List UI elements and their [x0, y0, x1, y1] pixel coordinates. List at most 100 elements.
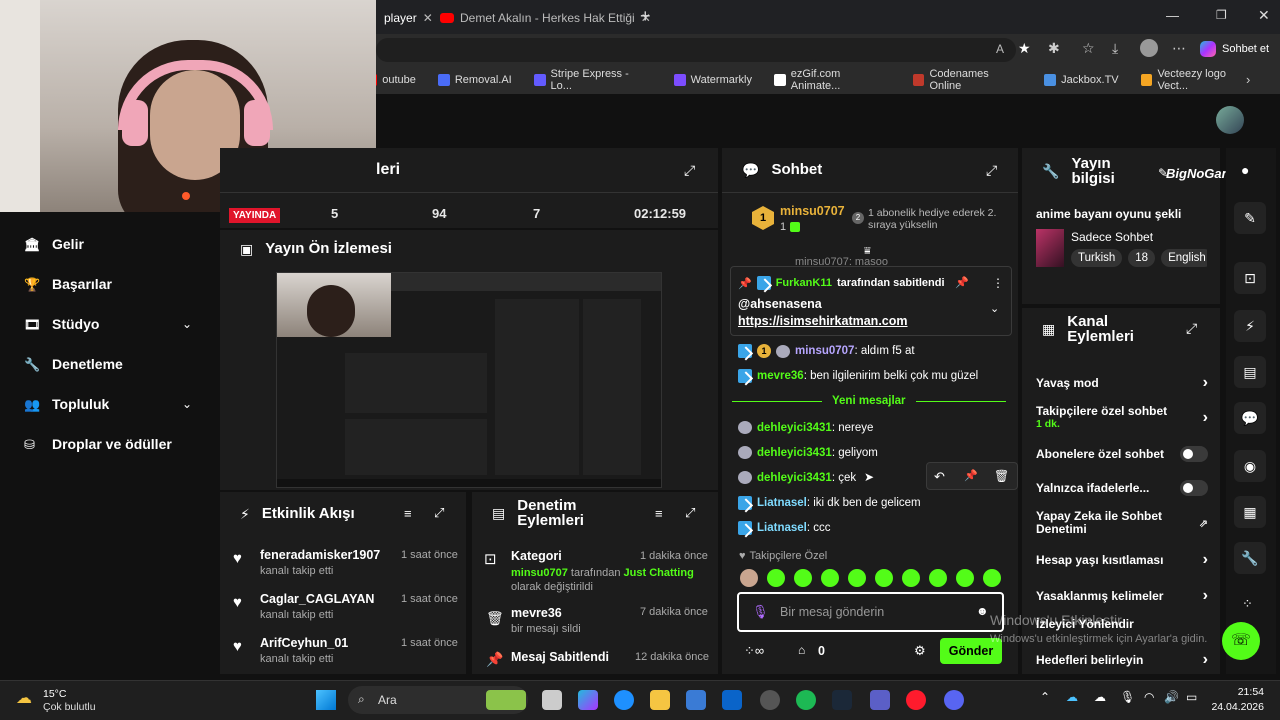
emote-icon[interactable]: [875, 569, 893, 587]
pin-icon[interactable]: 📌: [964, 469, 978, 482]
emote-icon[interactable]: [794, 569, 812, 587]
sidebar-item-4[interactable]: 🔧 Denetleme: [24, 356, 123, 372]
sidebar-item-2[interactable]: 🏆 Başarılar: [24, 276, 112, 292]
discord-icon[interactable]: [944, 690, 964, 710]
toggle-switch[interactable]: [1180, 480, 1208, 496]
downloads-icon[interactable]: ⤓: [1112, 40, 1118, 57]
toggle-switch[interactable]: [1180, 446, 1208, 462]
address-input[interactable]: [376, 38, 1016, 62]
channel-action-row[interactable]: Yalnızca ifadelerle...: [1036, 480, 1208, 496]
volume-icon[interactable]: 🔊: [1164, 690, 1179, 704]
wrench-icon[interactable]: 🔧: [1234, 542, 1266, 574]
channel-action-row[interactable]: Yavaş mod ›: [1036, 374, 1208, 392]
channel-action-row[interactable]: Hedefleri belirleyin ›: [1036, 651, 1208, 669]
expand-icon[interactable]: ⤢: [986, 162, 997, 179]
bookmark-item[interactable]: Codenames Online: [912, 68, 1023, 92]
emote-icon[interactable]: [929, 569, 947, 587]
sidebar-item-3[interactable]: 🎞 Stüdyo: [24, 316, 99, 332]
emote-icon[interactable]: [956, 569, 974, 587]
channel-action-row[interactable]: Takipçilere özel sohbet 1 dk. ›: [1036, 405, 1208, 431]
chat-message[interactable]: dehleyici3431: çek: [738, 471, 856, 484]
chat-username[interactable]: Liatnasel: [757, 497, 807, 509]
tray-chevron-icon[interactable]: ⌃: [1040, 690, 1050, 704]
stream-tag[interactable]: Turkish: [1071, 249, 1123, 267]
chevron-down-icon[interactable]: ⌄: [182, 397, 192, 411]
chat-message[interactable]: Liatnasel: ccc: [738, 521, 831, 535]
chat-username[interactable]: Liatnasel: [757, 522, 807, 534]
extensions-icon[interactable]: ✱: [1048, 40, 1060, 57]
microphone-icon[interactable]: 🎙: [752, 604, 769, 620]
emote-icon[interactable]: [767, 569, 785, 587]
read-aloud-icon[interactable]: A: [996, 42, 1004, 56]
obs-icon[interactable]: [760, 690, 780, 710]
spotify-icon[interactable]: [796, 690, 816, 710]
task-view-icon[interactable]: [542, 690, 562, 710]
chat-message[interactable]: Liatnasel: iki dk ben de gelicem: [738, 496, 921, 510]
profile-icon[interactable]: [1140, 39, 1158, 57]
settings-gear-icon[interactable]: ⚙: [914, 643, 926, 659]
onedrive-icon[interactable]: ☁: [1066, 690, 1078, 704]
wifi-icon[interactable]: ◠: [1144, 690, 1154, 704]
support-chat-button[interactable]: ☏: [1222, 622, 1260, 660]
chat-username[interactable]: mevre36: [757, 370, 804, 382]
bookmarks-more-icon[interactable]: ›: [1246, 72, 1250, 87]
filter-icon[interactable]: ≡: [655, 506, 663, 521]
bookmark-item[interactable]: Vecteezy logo Vect...: [1140, 68, 1258, 92]
bookmark-item[interactable]: Watermarkly: [673, 74, 752, 86]
bookmark-item[interactable]: Jackbox.TV: [1044, 74, 1119, 86]
expand-icon[interactable]: ⤢: [685, 505, 695, 521]
user-avatar[interactable]: [1216, 106, 1244, 134]
screenshot-icon[interactable]: ⊡: [1234, 262, 1266, 294]
tray-cloud-icon[interactable]: ☁: [1094, 690, 1106, 704]
reply-icon[interactable]: ↶: [934, 469, 945, 485]
chevron-right-icon[interactable]: ›: [1203, 409, 1208, 427]
gift-subs-prompt[interactable]: 1 abonelik hediye ederek 2. sıraya yükse…: [868, 207, 998, 231]
document-icon[interactable]: ▤: [1234, 356, 1266, 388]
activity-user[interactable]: Caglar_CAGLAYAN: [260, 592, 374, 606]
clock-date[interactable]: 24.04.2026: [1206, 701, 1264, 713]
activity-user[interactable]: ArifCeyhun_01: [260, 636, 348, 650]
bolt-icon[interactable]: ⚡: [1234, 310, 1266, 342]
chevron-right-icon[interactable]: ›: [1203, 551, 1208, 569]
emote-icon[interactable]: [821, 569, 839, 587]
chevron-right-icon[interactable]: ›: [1203, 587, 1208, 605]
chevron-down-icon[interactable]: ⌄: [990, 302, 999, 315]
chat-username[interactable]: dehleyici3431: [757, 447, 832, 459]
bookmark-item[interactable]: Stripe Express - Lo...: [533, 68, 652, 92]
activity-user[interactable]: feneradamisker1907: [260, 548, 380, 562]
new-tab-button[interactable]: +: [640, 6, 651, 27]
copilot-icon[interactable]: [578, 690, 598, 710]
broadcast-icon[interactable]: ◉: [1234, 450, 1266, 482]
stream-tag[interactable]: 18: [1128, 249, 1156, 267]
emote-icon[interactable]: [902, 569, 920, 587]
more-dots-icon[interactable]: ⁘: [1242, 596, 1253, 612]
emote-icon[interactable]: [983, 569, 1001, 587]
delete-icon[interactable]: 🗑: [994, 469, 1009, 483]
chevron-right-icon[interactable]: ›: [1203, 651, 1208, 669]
minimize-icon[interactable]: —: [1166, 8, 1179, 23]
outlook-icon[interactable]: [722, 690, 742, 710]
channel-action-row[interactable]: Yapay Zeka ile Sohbet Denetimi ⇗: [1036, 510, 1208, 536]
store-icon[interactable]: ⌂: [798, 643, 805, 657]
chat-message[interactable]: mevre36: ben ilgilenirim belki çok mu gü…: [738, 369, 978, 383]
chat-username[interactable]: dehleyici3431: [757, 422, 832, 434]
weather-temp[interactable]: 15°C: [43, 688, 66, 700]
battery-icon[interactable]: ▭: [1186, 690, 1197, 704]
store-icon[interactable]: [686, 690, 706, 710]
expand-icon[interactable]: ⤢: [684, 162, 695, 179]
stream-preview-video[interactable]: [276, 272, 662, 488]
edge-icon[interactable]: [614, 690, 634, 710]
dashboard-icon[interactable]: ▦: [1234, 496, 1266, 528]
close-window-icon[interactable]: ✕: [1258, 7, 1270, 24]
edit-icon[interactable]: ✎: [1234, 202, 1266, 234]
expand-icon[interactable]: ⤢: [434, 505, 444, 521]
start-button[interactable]: [316, 690, 336, 710]
browser-tab-demet[interactable]: Demet Akalın - Herkes Hak Ettiği ✕: [432, 6, 659, 30]
steam-icon[interactable]: [832, 690, 852, 710]
category-name[interactable]: Sadece Sohbet: [1071, 230, 1153, 244]
channel-points-icon[interactable]: ⁘∞: [744, 643, 764, 659]
opera-icon[interactable]: [906, 690, 926, 710]
emoji-icon[interactable]: ☻: [976, 604, 989, 618]
more-options-icon[interactable]: ⋯: [1172, 40, 1186, 57]
chevron-down-icon[interactable]: ⌄: [182, 317, 192, 331]
